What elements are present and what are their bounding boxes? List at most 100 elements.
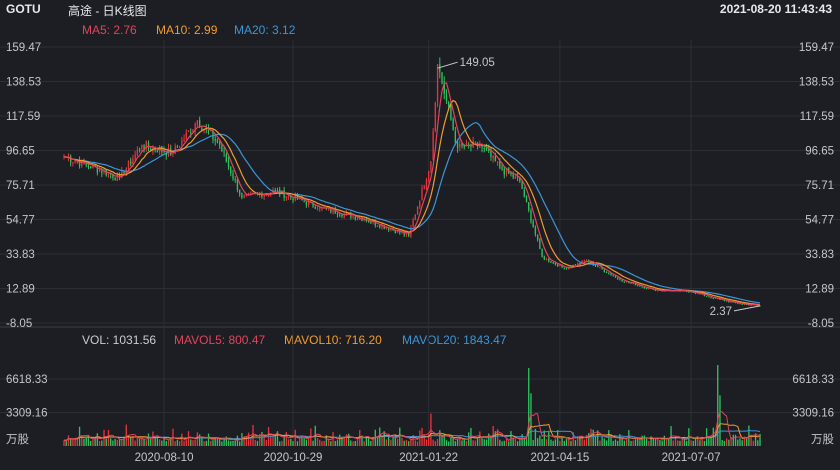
candle-body bbox=[394, 230, 396, 233]
candle-body bbox=[499, 161, 501, 168]
candle-body bbox=[450, 104, 452, 120]
candle bbox=[90, 166, 92, 169]
candle-body bbox=[605, 271, 608, 273]
volume-bar bbox=[181, 433, 183, 446]
volume-bar bbox=[414, 440, 417, 446]
volume-bar bbox=[287, 439, 290, 446]
candle-body bbox=[528, 202, 530, 211]
candle bbox=[737, 303, 739, 305]
candle-body bbox=[510, 173, 512, 175]
volume-bar bbox=[165, 441, 167, 446]
volume-bar bbox=[254, 440, 256, 446]
candle bbox=[550, 260, 552, 264]
volume-bar bbox=[210, 440, 212, 446]
candle-body bbox=[645, 288, 648, 290]
volume-bar bbox=[376, 437, 379, 446]
y-tick-label-right: 159.47 bbox=[799, 42, 834, 54]
kline-chart[interactable]: 159.47 159.47 138.53 138.53 117.59 117.59 96.6… bbox=[0, 0, 840, 470]
volume-bar bbox=[672, 440, 674, 446]
volume-bar bbox=[334, 440, 336, 446]
volume-bar bbox=[592, 429, 594, 446]
candle bbox=[412, 217, 414, 228]
volume-bar bbox=[399, 427, 401, 446]
volume-bar bbox=[116, 440, 119, 446]
candle-body bbox=[608, 273, 610, 275]
candle-body bbox=[225, 153, 227, 162]
candle-body bbox=[421, 188, 423, 201]
candle-body bbox=[632, 283, 634, 285]
volume-bar bbox=[483, 439, 485, 446]
volume-bar bbox=[521, 434, 523, 446]
volume-bar bbox=[190, 439, 192, 446]
volume-bar bbox=[292, 441, 294, 446]
candle-body bbox=[737, 303, 739, 305]
volume-bar bbox=[617, 440, 619, 446]
candle bbox=[641, 286, 643, 288]
volume-bar bbox=[614, 439, 617, 446]
candle bbox=[138, 147, 141, 153]
candle-body bbox=[183, 139, 185, 142]
candle-body bbox=[530, 210, 532, 222]
volume-bar bbox=[247, 432, 250, 446]
volume-bar bbox=[70, 438, 72, 446]
candle-body bbox=[545, 258, 548, 260]
volume-bar bbox=[519, 440, 521, 446]
volume-bar bbox=[98, 441, 101, 446]
volume-bar bbox=[305, 439, 308, 446]
annotation-leader bbox=[733, 305, 761, 312]
volume-bar bbox=[550, 439, 552, 446]
volume-bar bbox=[125, 424, 127, 446]
volume-bar bbox=[485, 439, 488, 446]
volume-bar bbox=[330, 441, 332, 446]
volume-bar bbox=[365, 437, 368, 446]
vol-unit-left: 万股 bbox=[6, 433, 29, 446]
candle bbox=[708, 296, 710, 298]
volume-bar bbox=[201, 437, 203, 446]
candle bbox=[563, 267, 565, 270]
mavol10-line bbox=[63, 423, 761, 441]
candle-body bbox=[454, 131, 457, 143]
volume-bar bbox=[630, 440, 632, 446]
candle bbox=[543, 255, 545, 261]
candle-body bbox=[525, 195, 528, 202]
candle bbox=[428, 170, 430, 183]
volume-bar bbox=[545, 439, 548, 446]
candle bbox=[512, 171, 514, 180]
candle bbox=[216, 138, 219, 144]
volume-bar bbox=[92, 439, 94, 446]
volume-bar bbox=[279, 441, 281, 446]
volume-bar bbox=[385, 439, 388, 446]
candle bbox=[234, 176, 236, 183]
candle bbox=[532, 219, 534, 228]
y-tick-label-right: 54.77 bbox=[805, 215, 834, 227]
volume-bar bbox=[648, 440, 650, 446]
candle bbox=[441, 71, 443, 85]
volume-bar bbox=[90, 440, 92, 446]
candle-body bbox=[445, 94, 448, 102]
candle bbox=[276, 187, 279, 192]
candle-body bbox=[416, 206, 419, 214]
volume-bar bbox=[354, 440, 356, 446]
candle bbox=[612, 274, 614, 277]
y-tick-label-right: 12.89 bbox=[805, 284, 834, 296]
volume-bar bbox=[516, 441, 519, 446]
volume-bar bbox=[723, 440, 726, 446]
candle-body bbox=[101, 171, 103, 174]
candle-body bbox=[456, 141, 459, 149]
candle-body bbox=[187, 130, 190, 132]
candle-body bbox=[432, 131, 434, 161]
candle-body bbox=[243, 195, 245, 198]
candle-body bbox=[565, 268, 568, 270]
candle bbox=[476, 141, 479, 150]
volume-bar bbox=[132, 436, 134, 446]
candle-body bbox=[138, 149, 141, 151]
volume-bar bbox=[170, 439, 172, 446]
candle bbox=[105, 169, 107, 177]
candle-body bbox=[376, 225, 379, 227]
y-tick-label-right: -8.05 bbox=[808, 318, 834, 330]
volume-bar bbox=[448, 441, 450, 446]
candle-body bbox=[85, 163, 87, 165]
candle bbox=[230, 165, 232, 177]
candle bbox=[637, 284, 639, 287]
candle-body bbox=[352, 216, 354, 218]
